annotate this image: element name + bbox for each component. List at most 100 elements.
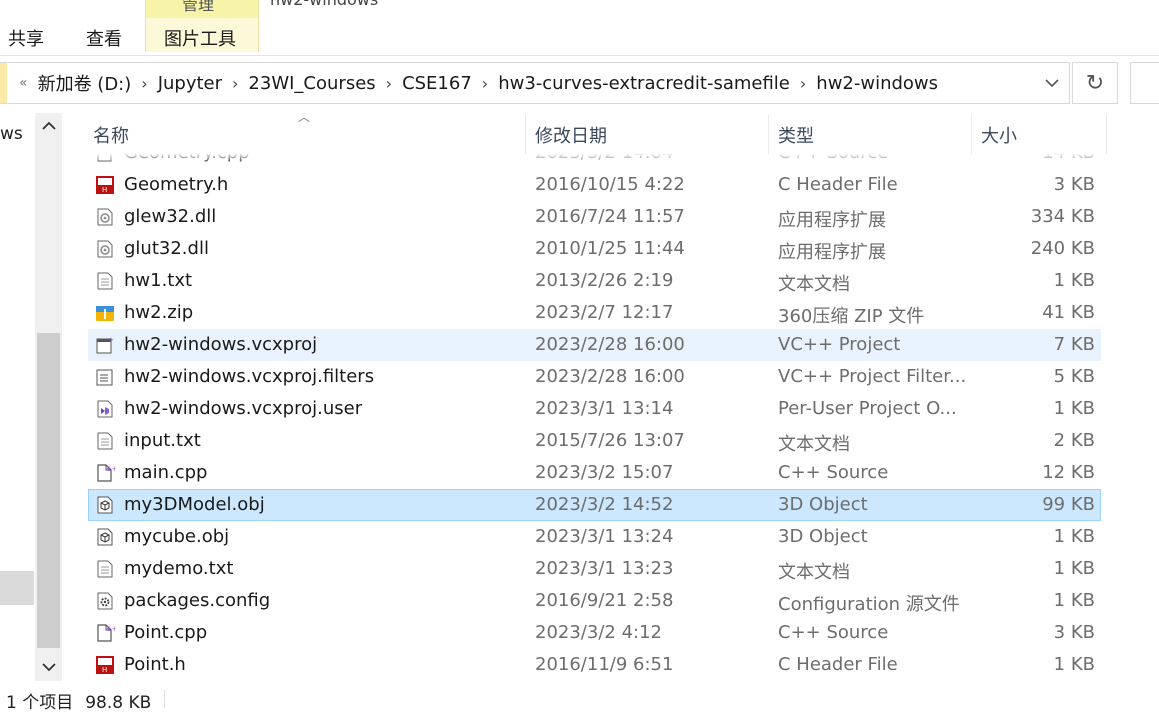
cpp-icon: ++: [95, 623, 118, 643]
file-type: C Header File: [778, 174, 898, 195]
file-row[interactable]: hw2.zip 2023/2/7 12:17 360压缩 ZIP 文件 41 KB: [88, 297, 1101, 329]
file-date: 2023/2/7 12:17: [535, 302, 674, 323]
svg-text:++: ++: [106, 625, 115, 633]
file-name: Point.h: [124, 654, 186, 675]
file-type: C Header File: [778, 654, 898, 675]
file-row[interactable]: input.txt 2015/7/26 13:07 文本文档 2 KB: [88, 425, 1101, 457]
file-type: VC++ Project: [778, 334, 901, 355]
svg-text:+: +: [108, 336, 114, 344]
file-date: 2023/3/2 14:52: [535, 494, 674, 515]
file-name: Point.cpp: [124, 622, 208, 643]
file-type: 文本文档: [778, 274, 850, 295]
file-size: 240 KB: [1030, 238, 1095, 259]
column-divider[interactable]: [1106, 114, 1107, 154]
file-name: my3DModel.obj: [124, 494, 265, 515]
file-size: 12 KB: [1042, 462, 1095, 483]
file-row[interactable]: H Geometry.h 2016/10/15 4:22 C Header File 3…: [88, 169, 1101, 201]
file-type: 应用程序扩展: [778, 210, 886, 231]
svg-text:H: H: [102, 186, 107, 194]
file-row[interactable]: mycube.obj 2023/3/1 13:24 3D Object 1 KB: [88, 521, 1101, 553]
text-icon: [95, 559, 115, 579]
obj-icon: [95, 495, 115, 515]
file-date: 2023/2/28 16:00: [535, 366, 685, 387]
file-name: Geometry.h: [124, 174, 229, 195]
file-date: 2023/2/28 16:00: [535, 334, 685, 355]
file-row[interactable]: + hw2-windows.vcxproj 2023/2/28 16:00 VC++ …: [88, 329, 1101, 361]
text-icon: [95, 431, 115, 451]
file-row[interactable]: ++ main.cpp 2023/3/2 15:07 C++ Source 12 KB: [88, 457, 1101, 489]
file-date: 2010/1/25 11:44: [535, 238, 685, 259]
file-row[interactable]: H Point.h 2016/11/9 6:51 C Header File 1 KB: [88, 649, 1101, 681]
file-date: 2023/3/1 13:14: [535, 398, 674, 419]
file-type: 应用程序扩展: [778, 242, 886, 263]
file-name: mydemo.txt: [124, 558, 234, 579]
obj-icon: [95, 527, 115, 547]
zip-icon: [95, 303, 115, 323]
file-row[interactable]: hw2-windows.vcxproj.filters 2023/2/28 16:…: [88, 361, 1101, 393]
file-name: mycube.obj: [124, 526, 230, 547]
file-size: 14 KB: [1042, 142, 1095, 163]
file-size: 1 KB: [1053, 590, 1095, 611]
dll-icon: [95, 207, 115, 227]
file-name: glut32.dll: [124, 238, 209, 259]
cpp-icon: ++: [95, 463, 118, 483]
file-type: VC++ Project Filter...: [778, 366, 967, 387]
file-size: 7 KB: [1053, 334, 1095, 355]
status-item-count: 1 个项目: [6, 693, 74, 713]
file-row[interactable]: packages.config 2016/9/21 2:58 Configurati…: [88, 585, 1101, 617]
file-type: Configuration 源文件: [778, 594, 960, 615]
header-icon: H: [95, 655, 115, 675]
file-date: 2016/9/21 2:58: [535, 590, 674, 611]
file-type: 3D Object: [778, 494, 868, 515]
file-size: 334 KB: [1030, 206, 1095, 227]
file-row[interactable]: glew32.dll 2016/7/24 11:57 应用程序扩展 334 KB: [88, 201, 1101, 233]
file-row[interactable]: hw1.txt 2013/2/26 2:19 文本文档 1 KB: [88, 265, 1101, 297]
file-date: 2016/11/9 6:51: [535, 654, 674, 675]
sort-ascending-icon: ︿: [298, 110, 311, 124]
file-name: input.txt: [124, 430, 201, 451]
file-size: 5 KB: [1053, 366, 1095, 387]
column-divider[interactable]: [971, 114, 972, 154]
file-size: 1 KB: [1053, 558, 1095, 579]
dll-icon: [95, 239, 115, 259]
status-divider: [164, 690, 165, 708]
file-row[interactable]: ++ Point.cpp 2023/3/2 4:12 C++ Source 3 KB: [88, 617, 1101, 649]
file-type: 文本文档: [778, 562, 850, 583]
column-header-name[interactable]: 名称: [93, 122, 129, 148]
file-date: 2023/3/2 15:07: [535, 462, 674, 483]
file-size: 1 KB: [1053, 270, 1095, 291]
filters-icon: [95, 367, 115, 387]
column-header-date[interactable]: 修改日期: [535, 122, 607, 148]
file-type: 360压缩 ZIP 文件: [778, 306, 925, 327]
vs-user-icon: [95, 399, 115, 419]
column-header-type[interactable]: 类型: [778, 122, 814, 148]
file-name: hw2-windows.vcxproj: [124, 334, 318, 355]
file-row[interactable]: hw2-windows.vcxproj.user 2023/3/1 13:14 Pe…: [88, 393, 1101, 425]
svg-text:++: ++: [106, 465, 115, 473]
file-date: 2023/3/1 13:24: [535, 526, 674, 547]
file-list: ++ Geometry.cpp 2023/3/2 14:04 C++ Source 14…: [0, 0, 1159, 682]
file-name: main.cpp: [124, 462, 208, 483]
file-name: hw2.zip: [124, 302, 194, 323]
file-date: 2016/7/24 11:57: [535, 206, 685, 227]
config-icon: [95, 591, 115, 611]
column-header-size[interactable]: 大小: [981, 122, 1017, 148]
file-row[interactable]: glut32.dll 2010/1/25 11:44 应用程序扩展 240 KB: [88, 233, 1101, 265]
file-name: glew32.dll: [124, 206, 217, 227]
status-selection-size: 98.8 KB: [85, 693, 152, 713]
file-name: hw1.txt: [124, 270, 193, 291]
file-size: 3 KB: [1053, 622, 1095, 643]
file-size: 2 KB: [1053, 430, 1095, 451]
column-divider[interactable]: [768, 114, 769, 154]
file-type: C++ Source: [778, 462, 889, 483]
vcxproj-icon: +: [95, 335, 115, 355]
file-type: 3D Object: [778, 526, 868, 547]
file-name: hw2-windows.vcxproj.user: [124, 398, 363, 419]
file-date: 2023/3/1 13:23: [535, 558, 674, 579]
column-divider[interactable]: [525, 114, 526, 154]
file-date: 2013/2/26 2:19: [535, 270, 674, 291]
file-name: packages.config: [124, 590, 271, 611]
header-icon: H: [95, 175, 115, 195]
file-row[interactable]: mydemo.txt 2023/3/1 13:23 文本文档 1 KB: [88, 553, 1101, 585]
file-row[interactable]: my3DModel.obj 2023/3/2 14:52 3D Object 99 K…: [88, 489, 1101, 521]
